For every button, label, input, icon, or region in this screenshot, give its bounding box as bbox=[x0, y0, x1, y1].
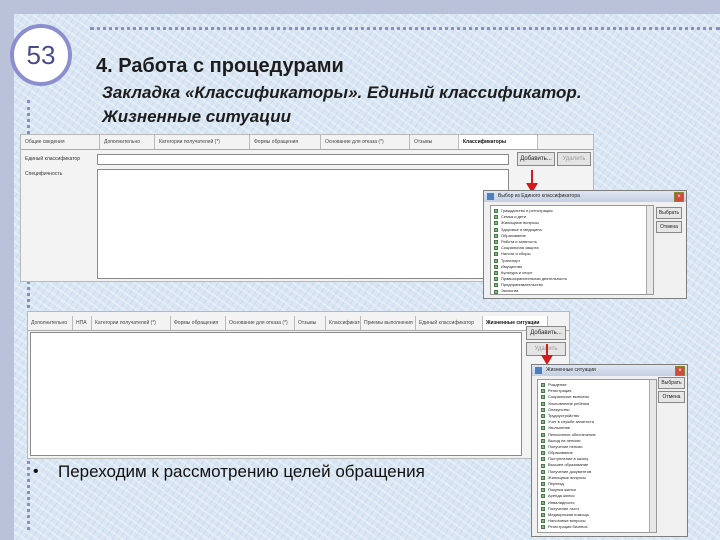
add-button[interactable]: Добавить... bbox=[517, 152, 555, 166]
tab-npa[interactable]: НПА bbox=[73, 316, 92, 330]
tree-node-icon bbox=[541, 488, 545, 493]
tab-reviews[interactable]: Отзывы bbox=[295, 316, 326, 330]
tree-node-icon bbox=[541, 519, 545, 524]
slide-number: 53 bbox=[26, 39, 56, 70]
tab-additional[interactable]: Дополнительно bbox=[28, 316, 73, 330]
tree-node-icon bbox=[494, 221, 498, 226]
tree-node-icon bbox=[494, 258, 498, 263]
tree-node-icon bbox=[541, 463, 545, 468]
tab-general[interactable]: Общие сведения bbox=[21, 135, 100, 149]
tab-additional[interactable]: Дополнительно bbox=[100, 135, 155, 149]
tab-classifiers[interactable]: Классификаторы bbox=[326, 316, 361, 330]
tree-node-icon bbox=[541, 432, 545, 437]
classifier-field[interactable] bbox=[97, 154, 509, 165]
tree-node-icon bbox=[541, 469, 545, 474]
decorative-side-bar bbox=[0, 0, 14, 540]
cancel-button[interactable]: Отмена bbox=[656, 221, 682, 233]
tree-node-icon bbox=[541, 513, 545, 518]
tab-forms[interactable]: Формы обращения bbox=[171, 316, 226, 330]
tree-node-icon bbox=[494, 252, 498, 257]
tree-node-icon bbox=[541, 389, 545, 394]
tab-methods[interactable]: Приемы выполнения bbox=[361, 316, 416, 330]
tree-node-icon bbox=[541, 438, 545, 443]
bullet-text: Переходим к рассмотрению целей обращения bbox=[58, 462, 425, 481]
life-situations-list[interactable] bbox=[30, 332, 522, 456]
tree-node-icon bbox=[541, 475, 545, 480]
tree-node-icon bbox=[494, 209, 498, 214]
delete-button[interactable]: Удалить bbox=[557, 152, 591, 166]
dialog-title: Жизненные ситуации bbox=[546, 367, 596, 373]
tab-refusal[interactable]: Основание для отказа (*) bbox=[226, 316, 295, 330]
tree-node-icon bbox=[494, 233, 498, 238]
tree-node-icon bbox=[494, 283, 498, 288]
tree-node-icon bbox=[494, 246, 498, 251]
close-icon[interactable]: × bbox=[675, 366, 685, 376]
tree-item-label: Смерть близкого bbox=[548, 530, 580, 533]
slide-number-badge: 53 bbox=[10, 24, 72, 86]
tree-node-icon bbox=[541, 383, 545, 388]
app-icon bbox=[487, 193, 494, 200]
tree-node-icon bbox=[494, 289, 498, 294]
tree-node-icon bbox=[541, 451, 545, 456]
tree-node-icon bbox=[541, 401, 545, 406]
select-button[interactable]: Выбрать bbox=[656, 207, 682, 219]
tree-node-icon bbox=[541, 407, 545, 412]
close-icon[interactable]: × bbox=[674, 192, 684, 202]
tree-node-icon bbox=[541, 426, 545, 431]
tree-node-icon bbox=[494, 277, 498, 282]
tree-node-icon bbox=[541, 420, 545, 425]
specifics-field[interactable] bbox=[97, 169, 509, 279]
tree-node-icon bbox=[541, 482, 545, 487]
decorative-top-bar bbox=[0, 0, 720, 14]
tab-refusal[interactable]: Основание для отказа (*) bbox=[321, 135, 410, 149]
dialog-title-bar: Жизненные ситуации × bbox=[532, 365, 687, 376]
tab-forms[interactable]: Формы обращения bbox=[250, 135, 321, 149]
dialog-title-bar: Выбор из Единого классификатора × bbox=[484, 191, 686, 202]
bullet-marker: • bbox=[33, 463, 39, 480]
tab-classifiers[interactable]: Классификаторы bbox=[459, 135, 538, 149]
tab-recipients[interactable]: Категории получателей (*) bbox=[92, 316, 171, 330]
specifics-label: Специфичность bbox=[25, 171, 63, 177]
classifier-label: Единый классификатор bbox=[25, 156, 80, 162]
dialog-title: Выбор из Единого классификатора bbox=[498, 193, 580, 199]
classifier-tree: Гражданство и регистрация Семья и дети Жил… bbox=[490, 205, 654, 295]
life-situations-tree: Рождение Регистрация Социальные выплаты Усы… bbox=[537, 379, 657, 533]
classifier-dialog: Выбор из Единого классификатора × Гражда… bbox=[483, 190, 687, 299]
slide-subheading-line1: Закладка «Классификаторы». Единый класси… bbox=[102, 83, 582, 102]
cancel-button[interactable]: Отмена bbox=[658, 391, 685, 403]
tree-node-icon bbox=[541, 494, 545, 499]
add-button[interactable]: Добавить... bbox=[526, 326, 566, 340]
tree-node-icon bbox=[494, 227, 498, 232]
tab-reviews[interactable]: Отзывы bbox=[410, 135, 459, 149]
slide-subheading-line2: Жизненные ситуации bbox=[102, 107, 291, 126]
tree-node-icon bbox=[541, 531, 545, 532]
tab-recipients[interactable]: Категории получателей (*) bbox=[155, 135, 250, 149]
tab-unified-classifier[interactable]: Единый классификатор bbox=[416, 316, 483, 330]
tree-node-icon bbox=[541, 444, 545, 449]
life-situations-dialog: Жизненные ситуации × Рождение Регистрация… bbox=[531, 364, 688, 537]
life-situations-screenshot: Дополнительно НПА Категории получателей … bbox=[27, 311, 570, 459]
tree-node-icon bbox=[494, 240, 498, 245]
tree-node-icon bbox=[541, 506, 545, 511]
decorative-dotted-line bbox=[90, 27, 720, 30]
tree-scrollbar[interactable] bbox=[646, 206, 653, 294]
tab-bar: Общие сведения Дополнительно Категории п… bbox=[21, 135, 593, 150]
tab-bar: Дополнительно НПА Категории получателей … bbox=[28, 316, 569, 331]
tree-node-icon bbox=[541, 414, 545, 419]
tree-scrollbar[interactable] bbox=[649, 380, 656, 532]
tree-item[interactable]: Смерть близкого bbox=[541, 530, 656, 533]
tree-node-icon bbox=[494, 264, 498, 269]
app-icon bbox=[535, 367, 542, 374]
tree-node-icon bbox=[541, 500, 545, 505]
tree-node-icon bbox=[541, 457, 545, 462]
select-button[interactable]: Выбрать bbox=[658, 377, 685, 389]
tree-node-icon bbox=[541, 395, 545, 400]
arrow-1-line bbox=[531, 170, 533, 184]
tree-node-icon bbox=[494, 270, 498, 275]
slide-heading: 4. Работа с процедурами bbox=[96, 55, 344, 77]
tree-node-icon bbox=[541, 525, 545, 530]
tree-node-icon bbox=[494, 215, 498, 220]
